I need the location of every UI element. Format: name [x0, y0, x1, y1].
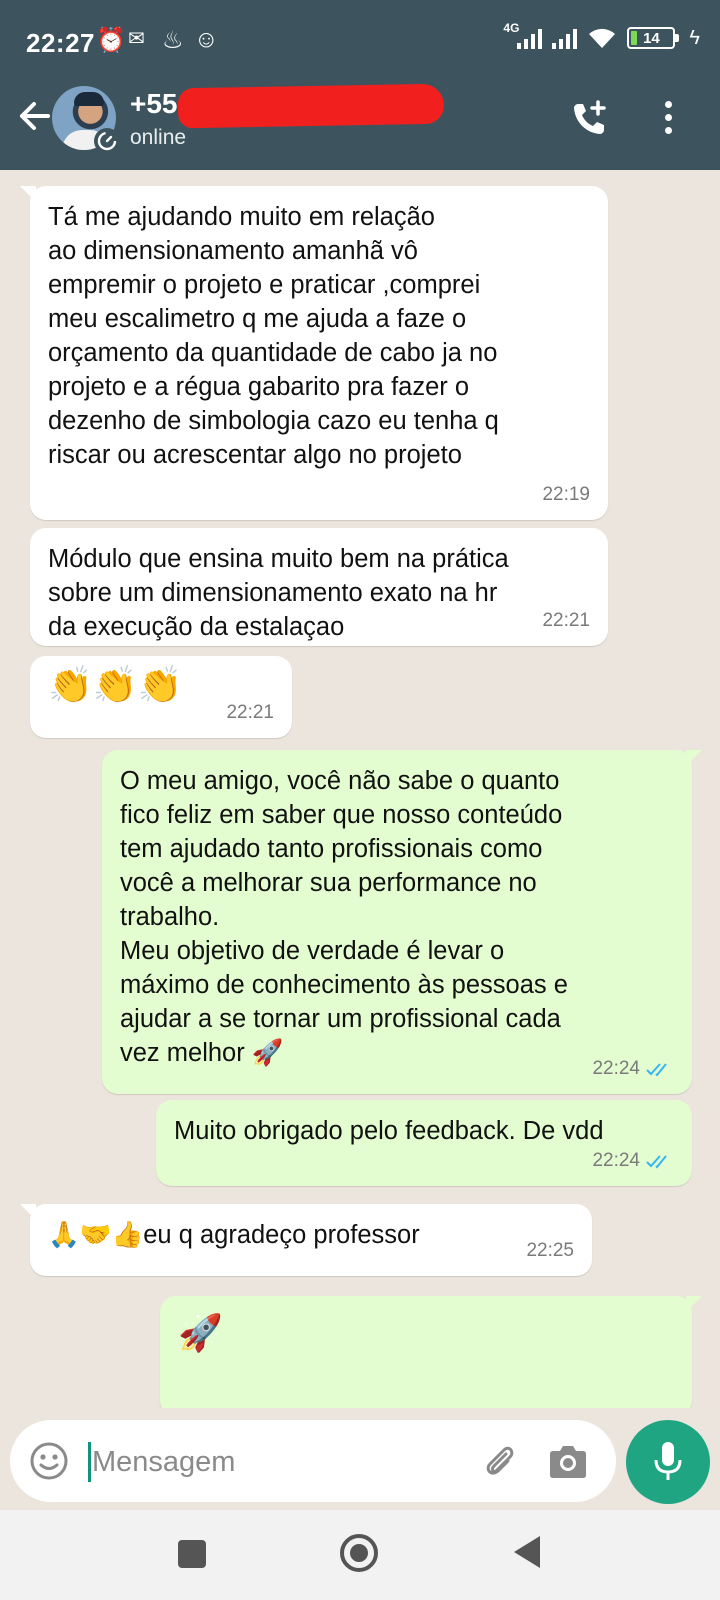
message-time: 22:21	[226, 702, 274, 723]
back-button[interactable]	[514, 1536, 540, 1568]
message-incoming[interactable]: Tá me ajudando muito em relação ao dimen…	[20, 186, 608, 520]
message-text: 🙏🤝👍eu q agradeço professor	[48, 1221, 420, 1249]
message-incoming[interactable]: 🙏🤝👍eu q agradeço professor 22:25	[20, 1204, 592, 1276]
add-call-icon[interactable]	[570, 98, 610, 138]
message-incoming[interactable]: 👏👏👏 22:21	[30, 656, 292, 738]
charging-icon: ϟ	[689, 26, 700, 49]
status-right: 4G 14 ϟ	[503, 21, 700, 50]
voice-record-button[interactable]	[626, 1420, 710, 1504]
message-time: 22:25	[526, 1240, 574, 1261]
message-time: 22:21	[542, 610, 590, 631]
message-outgoing[interactable]: 🚀	[160, 1296, 702, 1408]
redaction-scribble	[177, 83, 445, 129]
message-composer	[10, 1420, 616, 1502]
attach-icon[interactable]	[478, 1440, 520, 1482]
message-time: 22:24	[592, 1144, 674, 1178]
read-receipt-icon	[646, 1155, 667, 1169]
status-time: 22:27	[26, 28, 95, 58]
message-incoming[interactable]: Módulo que ensina muito bem na prática s…	[30, 528, 608, 646]
message-time: 22:24	[592, 1052, 674, 1086]
text-cursor	[88, 1442, 91, 1482]
emoji-icon[interactable]	[28, 1440, 70, 1482]
message-outgoing[interactable]: Muito obrigado pelo feedback. De vdd 22:…	[156, 1100, 692, 1186]
message-text: Muito obrigado pelo feedback. De vdd	[174, 1117, 604, 1145]
message-text: O meu amigo, você não sabe o quanto fico…	[120, 767, 568, 1067]
message-time: 22:19	[542, 484, 590, 505]
message-outgoing[interactable]: O meu amigo, você não sabe o quanto fico…	[102, 750, 702, 1094]
more-options-icon[interactable]	[656, 98, 680, 138]
signal-1-icon	[517, 27, 543, 49]
message-text: Módulo que ensina muito bem na prática s…	[48, 545, 509, 641]
status-bar: 22:27 ⏰ ✉ ♨ ☺ 4G 14 ϟ	[0, 0, 720, 80]
message-input[interactable]	[92, 1438, 452, 1486]
wifi-icon	[589, 28, 616, 48]
back-arrow-icon[interactable]	[14, 96, 54, 136]
flame-icon: ♨	[162, 27, 184, 54]
app-notification-icon: ☺	[194, 26, 219, 53]
alarm-icon: ⏰	[96, 27, 126, 54]
network-type: 4G	[503, 21, 520, 35]
message-text: Tá me ajudando muito em relação ao dimen…	[48, 203, 499, 469]
notification-icon: ✉	[128, 28, 145, 50]
contact-status: online	[130, 126, 187, 149]
microphone-icon	[654, 1442, 682, 1480]
system-nav-bar	[0, 1510, 720, 1600]
signal-2-icon	[552, 27, 578, 49]
rocket-emoji: 🚀	[178, 1313, 223, 1354]
recents-button[interactable]	[178, 1540, 206, 1568]
home-button[interactable]	[340, 1534, 378, 1572]
message-list[interactable]: Tá me ajudando muito em relação ao dimen…	[0, 170, 720, 1408]
read-receipt-icon	[646, 1063, 667, 1077]
camera-icon[interactable]	[546, 1442, 590, 1482]
disappearing-timer-icon	[94, 128, 120, 154]
app-header: 22:27 ⏰ ✉ ♨ ☺ 4G 14 ϟ +55 45 98 o	[0, 0, 720, 170]
battery-icon: 14	[627, 27, 680, 49]
